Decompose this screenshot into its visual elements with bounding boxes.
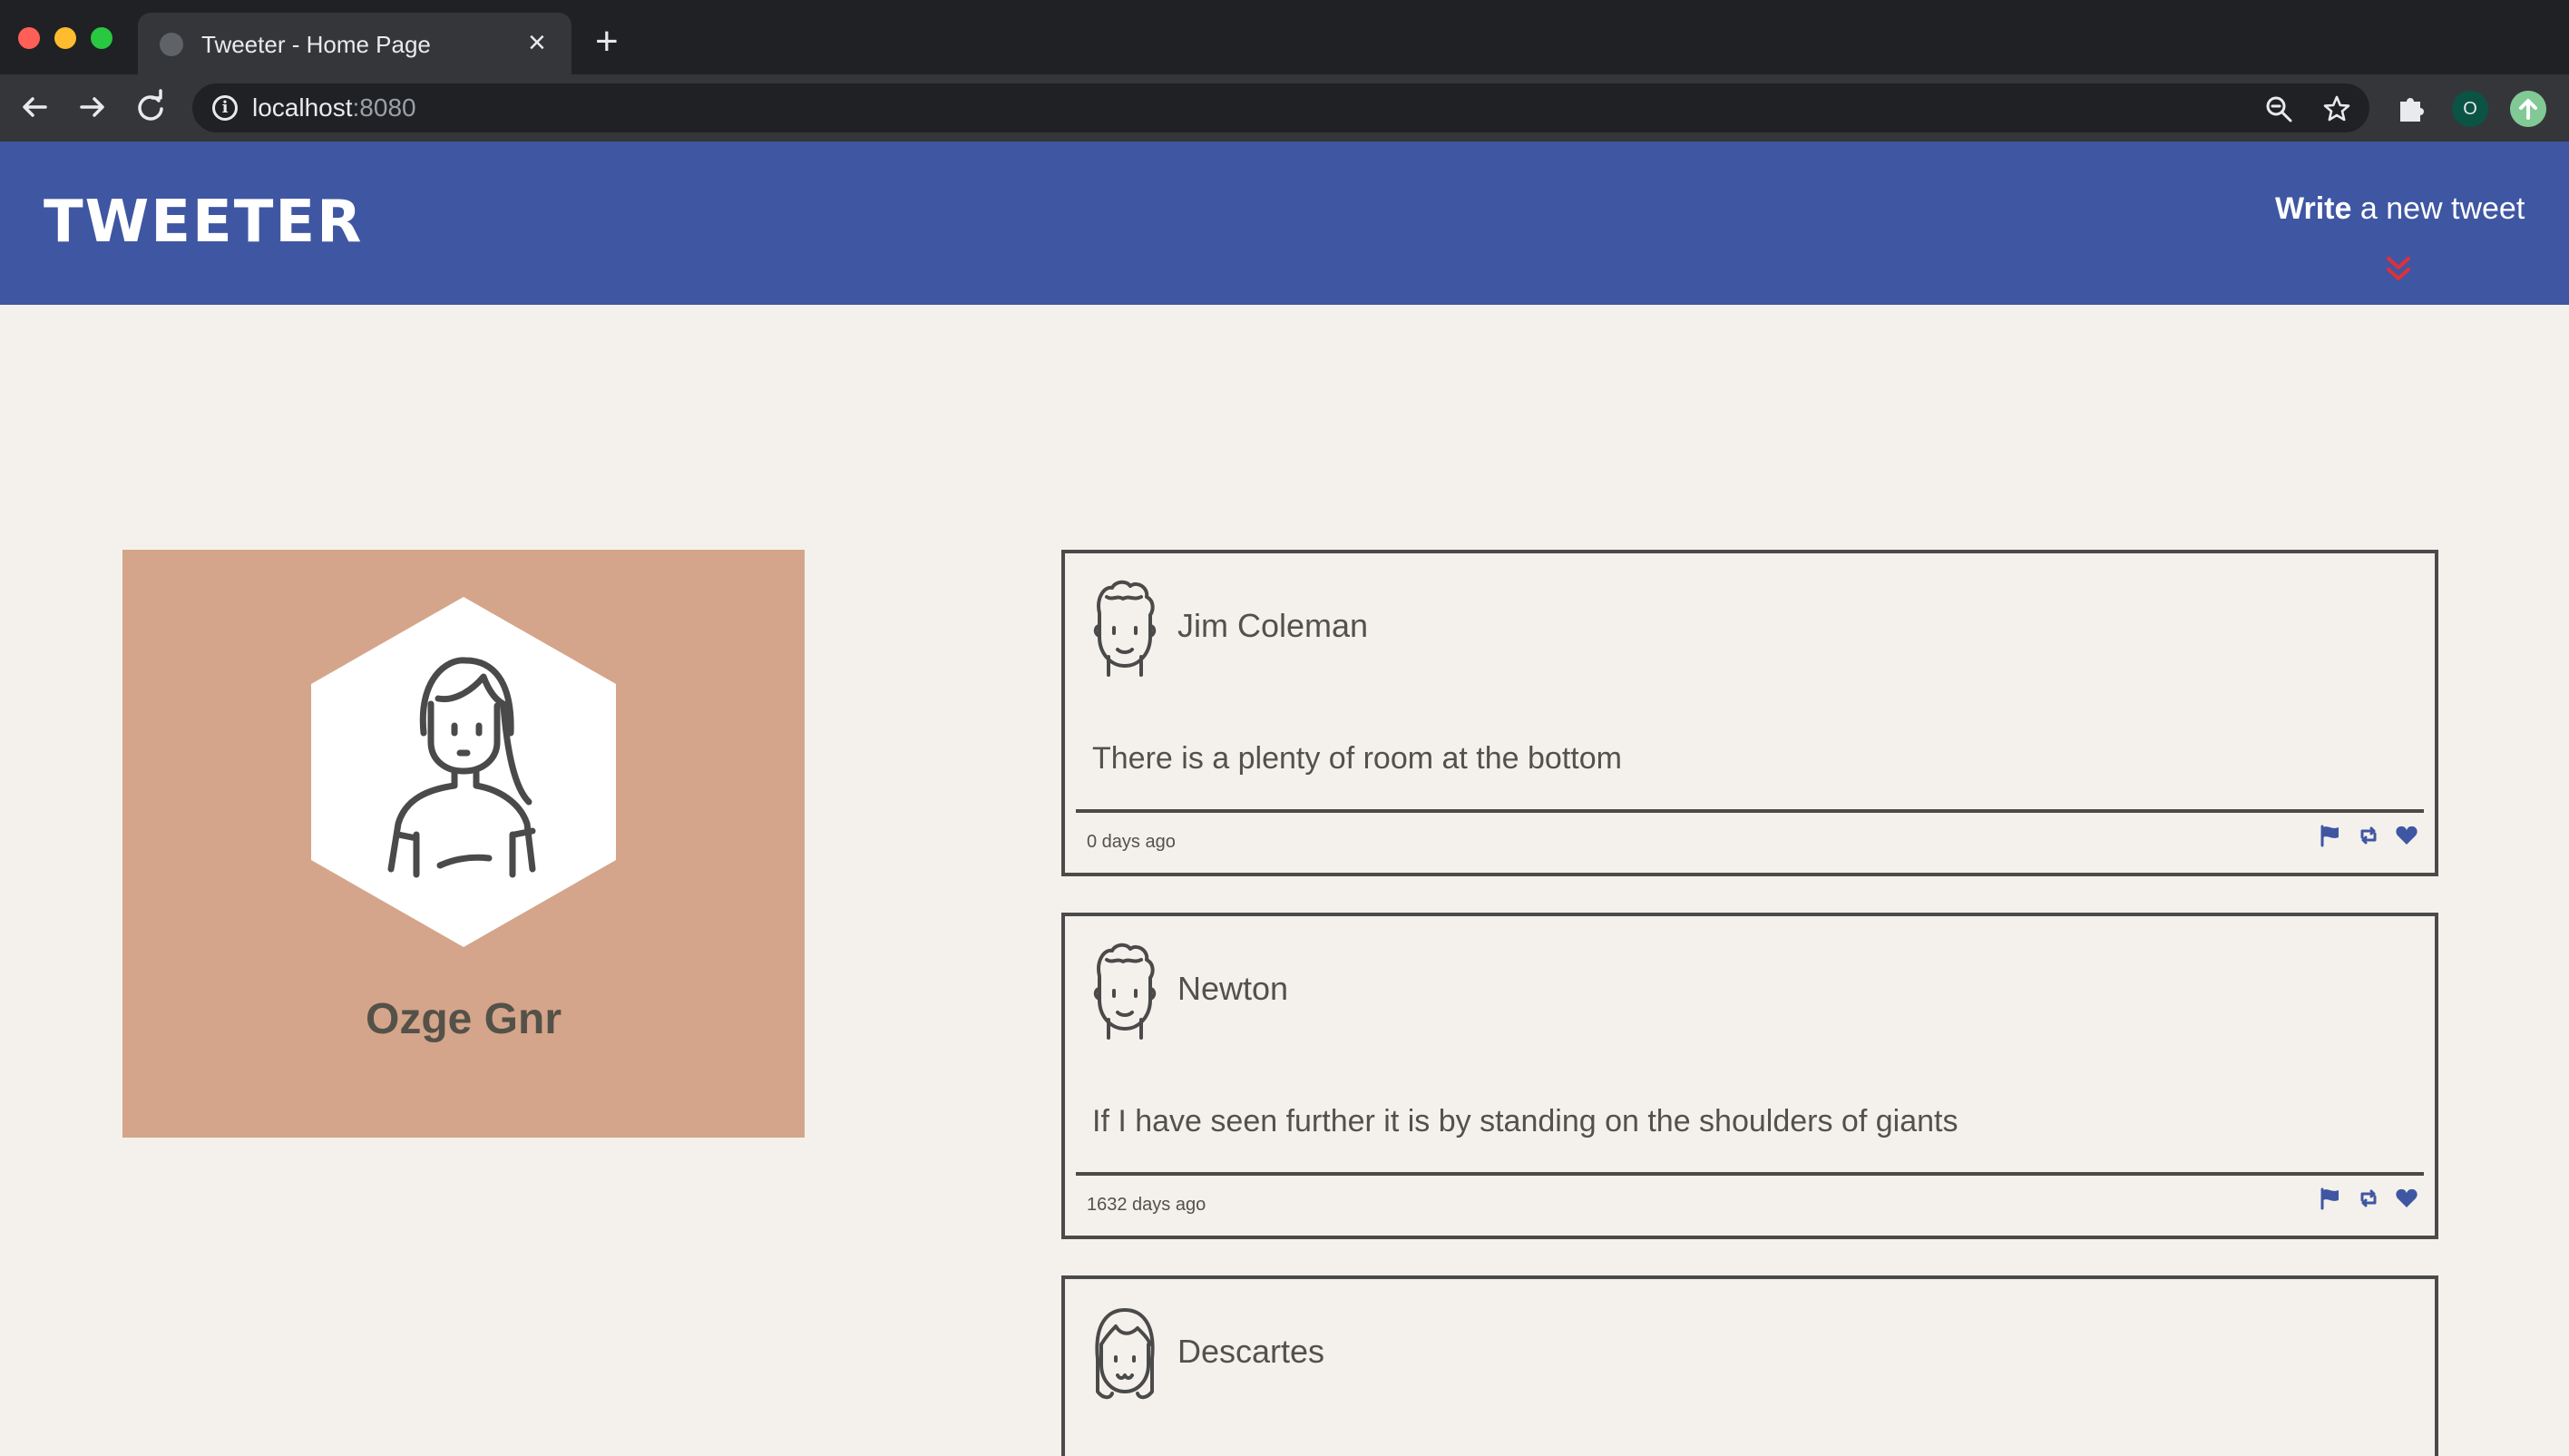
tweet-text: There is a plenty of room at the bottom [1092,741,1622,776]
tweet-author: Descartes [1177,1333,1325,1370]
back-arrow-icon[interactable] [15,87,54,127]
flag-icon[interactable] [2319,1187,2342,1210]
update-arrow-icon[interactable] [2510,91,2546,127]
tweet-divider [1076,1172,2424,1176]
tweet-author: Jim Coleman [1177,607,1369,644]
tweet-timestamp: 0 days ago [1087,832,1176,852]
bookmark-star-icon[interactable] [2322,94,2351,123]
user-profile-card: Ozge Gnr [122,550,805,1138]
new-tab-button[interactable]: + [595,22,619,62]
tweet-text: If I have seen further it is by standing… [1092,1104,1958,1138]
close-window-button[interactable] [18,27,40,49]
zoom-icon[interactable] [2264,94,2293,123]
reload-icon[interactable] [131,87,171,127]
tweet-actions [2319,1187,2418,1214]
retweet-icon[interactable] [2357,1187,2380,1210]
app-header: TWEETER Write a new tweet [0,142,2569,305]
globe-icon [160,33,183,56]
tweet-card: Newton If I have seen further it is by s… [1061,913,2438,1239]
heart-icon[interactable] [2395,1187,2418,1210]
tweet-divider [1076,809,2424,813]
browser-toolbar: i localhost:8080 [0,74,2569,142]
tweet-actions [2319,824,2418,851]
address-bar[interactable]: i localhost:8080 [192,83,2369,132]
tweet-author: Newton [1177,970,1289,1007]
url-host: localhost [252,93,353,122]
site-info-icon[interactable]: i [212,95,238,121]
extensions-puzzle-icon[interactable] [2393,91,2429,127]
retweet-icon[interactable] [2357,824,2380,847]
double-chevron-down-icon[interactable] [2384,256,2413,283]
maximize-window-button[interactable] [91,27,112,49]
url-port: :8080 [352,93,416,122]
tab-title: Tweeter - Home Page [201,31,431,58]
minimize-window-button[interactable] [54,27,76,49]
url-text: localhost:8080 [252,94,416,122]
browser-tab[interactable]: Tweeter - Home Page × [138,13,571,74]
site-logo[interactable]: TWEETER [44,191,363,254]
author-avatar [1095,1308,1155,1400]
tweet-card: Jim Coleman There is a plenty of room at… [1061,550,2438,876]
heart-icon[interactable] [2395,824,2418,847]
compose-bold-text: Write [2275,191,2352,226]
tweet-card: Descartes [1061,1275,2438,1456]
profile-name: Ozge Gnr [365,995,562,1043]
compose-rest-text: a new tweet [2351,191,2525,226]
tweet-timestamp: 1632 days ago [1087,1195,1206,1215]
close-tab-icon[interactable]: × [528,27,546,58]
author-avatar [1093,580,1157,677]
forward-arrow-icon[interactable] [73,87,112,127]
user-avatar [311,597,616,947]
flag-icon[interactable] [2319,824,2342,847]
write-tweet-link[interactable]: Write a new tweet [2275,191,2525,227]
browser-tab-bar: Tweeter - Home Page × + [0,0,2569,74]
profile-avatar-button[interactable]: O [2452,91,2488,127]
author-avatar [1093,943,1157,1040]
